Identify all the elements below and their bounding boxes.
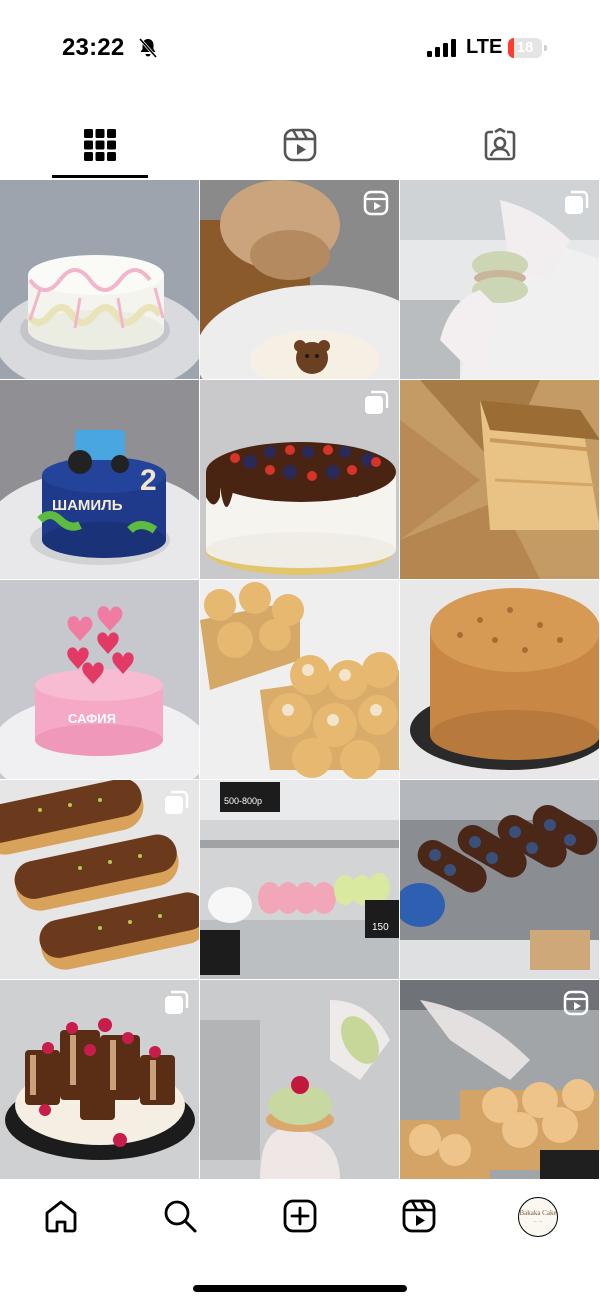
post-tile[interactable]	[0, 980, 199, 1179]
network-type: LTE	[466, 36, 503, 58]
post-tile[interactable]	[200, 580, 399, 779]
post-tile[interactable]	[400, 380, 599, 579]
post-tile[interactable]: 2 ШАМИЛЬ	[0, 380, 199, 579]
reels-icon	[283, 128, 317, 162]
signal-strength-icon	[427, 39, 456, 57]
cake-text: САФИЯ	[68, 711, 116, 726]
cake-number: 2	[140, 464, 157, 497]
tagged-person-icon	[484, 128, 516, 161]
tab-posts-grid[interactable]	[0, 112, 200, 178]
carousel-icon	[165, 990, 189, 1014]
nav-reels[interactable]	[399, 1196, 439, 1236]
post-tile[interactable]	[200, 980, 399, 1179]
price-sign: 150	[372, 922, 389, 933]
posts-grid: 2 ШАМИЛЬ САФИЯ 500-800р 150	[0, 180, 600, 1180]
battery-level: 18	[516, 39, 534, 56]
avatar-brand-text: Bakaka Cake	[519, 1209, 557, 1217]
bottom-navigation	[0, 1180, 600, 1252]
add-post-icon	[283, 1199, 317, 1233]
post-tile[interactable]	[0, 180, 199, 379]
post-photo-honey-cake-slice	[400, 380, 599, 579]
post-photo-display-case-macarons: 500-800р 150	[200, 780, 399, 979]
post-photo-whole-honey-cake	[400, 580, 599, 779]
profile-tab-bar	[0, 112, 600, 178]
carousel-icon	[165, 790, 189, 814]
status-bar: 23:22 LTE 18	[0, 0, 600, 100]
post-photo-tractor-cake: 2 ШАМИЛЬ	[0, 380, 199, 579]
battery-icon: 18	[508, 38, 548, 58]
post-photo-pistachio-tartlet	[200, 980, 399, 1179]
post-tile[interactable]: САФИЯ	[0, 580, 199, 779]
search-icon	[164, 1200, 197, 1233]
post-tile[interactable]	[400, 180, 599, 379]
post-photo-white-bow-cake	[0, 180, 199, 379]
tab-tagged[interactable]	[400, 112, 600, 178]
post-photo-blueberry-eclairs	[400, 780, 599, 979]
carousel-icon	[365, 390, 389, 414]
muted-bell-icon	[138, 38, 158, 58]
selected-tab-indicator	[52, 175, 148, 178]
avatar-subtext: — —	[533, 1219, 543, 1223]
price-sign: 500-800р	[224, 796, 262, 806]
home-indicator[interactable]	[193, 1285, 407, 1292]
post-tile[interactable]	[200, 380, 399, 579]
post-tile[interactable]	[0, 780, 199, 979]
nav-search[interactable]	[160, 1196, 200, 1236]
reels-icon	[402, 1199, 436, 1233]
post-photo-profiteroles-boxes	[200, 580, 399, 779]
cake-text: ШАМИЛЬ	[52, 497, 123, 514]
post-tile[interactable]: 500-800р 150	[200, 780, 399, 979]
carousel-icon	[565, 190, 589, 214]
reel-icon	[563, 990, 589, 1016]
post-tile[interactable]	[400, 580, 599, 779]
home-icon	[45, 1200, 77, 1233]
post-tile[interactable]	[400, 780, 599, 979]
post-tile[interactable]	[200, 180, 399, 379]
nav-create[interactable]	[280, 1196, 320, 1236]
post-photo-pink-heart-cake: САФИЯ	[0, 580, 199, 779]
clock: 23:22	[62, 34, 125, 61]
grid-icon	[84, 129, 116, 161]
tab-reels[interactable]	[200, 112, 400, 178]
nav-home[interactable]	[41, 1196, 81, 1236]
nav-profile[interactable]: Bakaka Cake — —	[518, 1197, 558, 1237]
reel-icon	[363, 190, 389, 216]
post-tile[interactable]	[400, 980, 599, 1179]
